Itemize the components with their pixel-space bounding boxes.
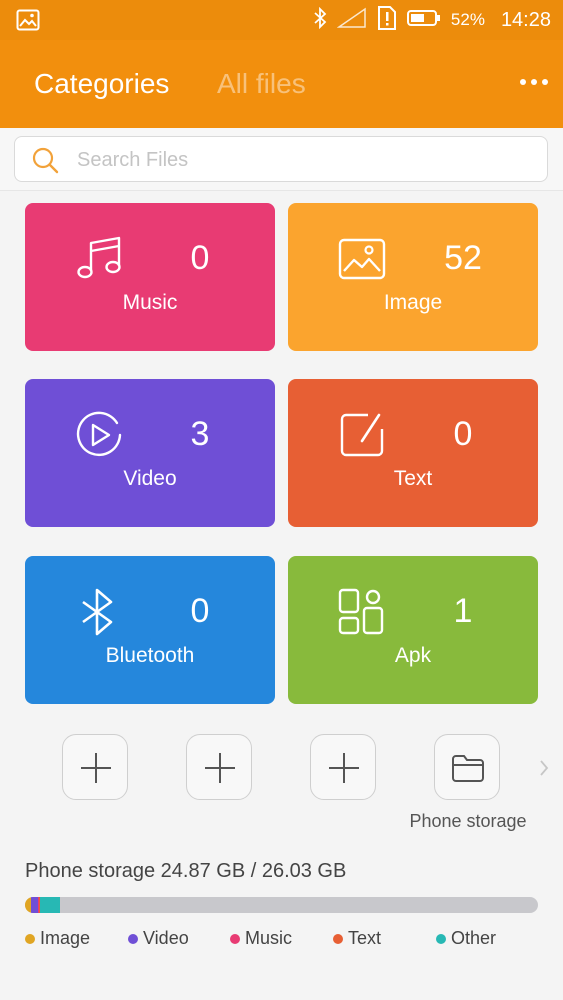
video-count: 3 — [190, 415, 210, 453]
legend-label: Text — [348, 928, 382, 948]
storage-usage-bar — [25, 897, 538, 913]
plus-icon — [81, 753, 111, 783]
legend-label: Video — [143, 928, 189, 948]
bluetooth-count: 0 — [190, 592, 210, 630]
legend-other: Other — [436, 928, 496, 949]
phone-storage-shortcut-label: Phone storage — [409, 811, 527, 831]
add-shortcut-button-1[interactable] — [62, 734, 128, 800]
add-shortcut-button-3[interactable] — [310, 734, 376, 800]
apk-category-tile[interactable]: 1 Apk — [288, 556, 538, 704]
music-category-tile[interactable]: 0 Music — [25, 203, 275, 351]
legend-label: Image — [40, 928, 91, 948]
play-circle-icon — [76, 411, 122, 456]
apk-count: 1 — [453, 592, 473, 630]
status-bar: 52% 14:28 — [0, 0, 563, 40]
legend-dot — [436, 933, 446, 944]
legend-dot — [25, 933, 35, 944]
image-icon — [338, 238, 386, 280]
battery-icon — [406, 9, 441, 32]
image-count: 52 — [444, 239, 482, 277]
tab-categories[interactable]: Categories — [34, 68, 169, 100]
signal-icon — [336, 7, 367, 34]
text-count: 0 — [453, 415, 473, 453]
sim-alert-icon — [377, 5, 397, 36]
legend-label: Other — [451, 928, 497, 948]
search-input[interactable] — [75, 143, 519, 177]
music-note-icon — [77, 236, 121, 279]
other-usage-segment — [39, 897, 61, 913]
text-label: Text — [393, 467, 433, 490]
legend-image: Image — [25, 928, 90, 949]
video-usage-segment — [31, 897, 39, 913]
folder-icon — [452, 755, 484, 782]
music-label: Music — [122, 291, 178, 314]
tab-all-files[interactable]: All files — [217, 68, 306, 100]
bluetooth-category-tile[interactable]: 0 Bluetooth — [25, 556, 275, 704]
legend-music: Music — [230, 928, 292, 949]
edit-note-icon — [340, 413, 384, 457]
bluetooth-icon — [82, 588, 113, 636]
legend-video: Video — [128, 928, 189, 949]
add-shortcut-button-2[interactable] — [186, 734, 252, 800]
plus-icon — [329, 753, 359, 783]
music-count: 0 — [190, 239, 210, 277]
legend-dot — [333, 933, 343, 944]
search-area — [0, 128, 563, 191]
gallery-notification-icon — [16, 9, 40, 36]
apps-grid-icon — [338, 588, 384, 635]
search-box[interactable] — [14, 136, 548, 182]
video-category-tile[interactable]: 3 Video — [25, 379, 275, 527]
battery-percent: 52% — [450, 10, 485, 29]
legend-text: Text — [333, 928, 381, 949]
bluetooth-status-icon — [313, 6, 327, 34]
text-category-tile[interactable]: 0 Text — [288, 379, 538, 527]
app-header: Categories All files — [0, 40, 563, 128]
phone-storage-shortcut-button[interactable] — [434, 734, 500, 800]
more-options-icon[interactable] — [519, 72, 549, 92]
clock: 14:28 — [500, 8, 551, 31]
bluetooth-label: Bluetooth — [105, 644, 195, 667]
legend-dot — [230, 933, 240, 944]
image-label: Image — [383, 291, 443, 314]
legend-dot — [128, 933, 138, 944]
storage-summary: Phone storage 24.87 GB / 26.03 GB — [25, 860, 347, 882]
search-icon — [31, 146, 61, 181]
plus-icon — [205, 753, 235, 783]
video-label: Video — [123, 467, 177, 490]
legend-label: Music — [245, 928, 293, 948]
image-category-tile[interactable]: 52 Image — [288, 203, 538, 351]
chevron-right-icon[interactable] — [538, 758, 550, 783]
apk-label: Apk — [394, 644, 432, 667]
